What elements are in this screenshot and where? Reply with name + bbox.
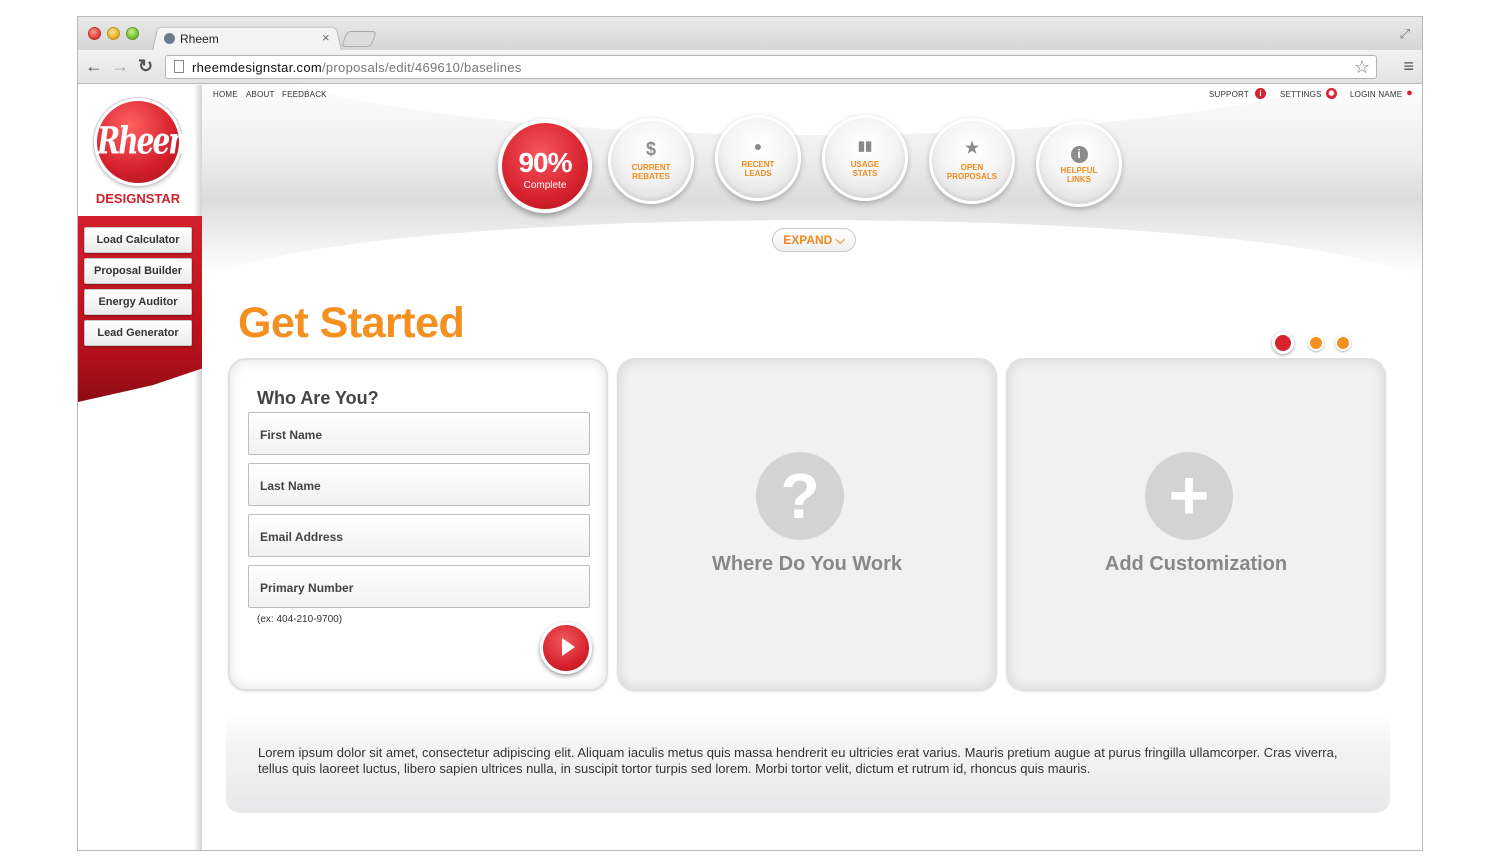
card-title: Who Are You?	[257, 388, 379, 408]
user-icon[interactable]: ●	[1404, 88, 1415, 99]
favicon-icon	[164, 33, 175, 44]
url-path: /proposals/edit/469610/baselines	[321, 60, 522, 75]
field-label: First Name	[260, 428, 323, 442]
menu-icon[interactable]: ≡	[1403, 57, 1414, 75]
info-icon[interactable]: i	[1255, 88, 1266, 99]
gear-icon[interactable]: ✹	[1326, 88, 1337, 99]
step-indicator[interactable]	[1308, 335, 1324, 351]
quick-link-label: LINKS	[1067, 175, 1091, 184]
address-bar[interactable]: rheemdesignstar.com/proposals/edit/46961…	[165, 55, 1377, 79]
brand-logo[interactable]: Rheem	[94, 98, 198, 186]
settings-link[interactable]: SETTINGS	[1280, 90, 1322, 99]
where-do-you-work-card[interactable]: ? Where Do You Work	[617, 358, 997, 691]
maximize-window-button[interactable]	[126, 27, 139, 40]
person-icon: ●	[753, 138, 763, 154]
phone-hint: (ex: 404-210-9700)	[257, 614, 343, 625]
new-tab-button[interactable]	[341, 31, 377, 47]
recent-leads-button[interactable]: ● RECENT LEADS	[715, 115, 801, 201]
quick-link-label: STATS	[852, 169, 878, 178]
tab-close-icon[interactable]: ×	[322, 30, 330, 45]
open-proposals-button[interactable]: ★ OPEN PROPOSALS	[929, 118, 1015, 204]
minimize-window-button[interactable]	[107, 27, 120, 40]
url-host: rheemdesignstar.com	[192, 60, 322, 75]
nav-about-link[interactable]: ABOUT	[246, 90, 275, 99]
field-label: Last Name	[260, 479, 321, 493]
quick-link-label: PROPOSALS	[946, 172, 998, 181]
progress-circle[interactable]: 90% Complete	[498, 119, 592, 213]
last-name-field[interactable]: Last Name	[248, 463, 590, 506]
primary-number-field[interactable]: Primary Number	[248, 565, 590, 608]
expand-label: EXPAND	[783, 233, 833, 247]
card-title: Where Do You Work	[711, 553, 903, 575]
browser-window: Rheem × ⤢ ← → ↻ rheemdesignstar.com/prop…	[77, 16, 1423, 851]
browser-toolbar: ← → ↻ rheemdesignstar.com/proposals/edit…	[78, 50, 1422, 84]
expand-button[interactable]: EXPAND ⌵	[772, 228, 856, 252]
star-icon: ★	[964, 140, 980, 157]
bar-chart-icon: ▮▮	[857, 138, 873, 153]
brand-name: DESIGNSTAR	[95, 191, 181, 206]
description-box: Lorem ipsum dolor sit amet, consectetur …	[226, 715, 1390, 813]
card-title: Add Customization	[1104, 553, 1288, 575]
reload-icon[interactable]: ↻	[138, 57, 153, 75]
field-label: Primary Number	[260, 581, 354, 595]
nav-home-link[interactable]: HOME	[213, 90, 238, 99]
tab-title[interactable]: Rheem	[180, 32, 219, 46]
quick-link-label: HELPFUL	[1060, 166, 1098, 175]
back-arrow-icon[interactable]: ←	[85, 57, 103, 75]
chevron-down-icon: ⌵	[835, 233, 845, 247]
sidebar-item-lead-generator[interactable]: Lead Generator	[84, 320, 192, 346]
helpful-links-button[interactable]: i HELPFUL LINKS	[1036, 121, 1122, 207]
who-are-you-card: Who Are You? First Name Last Name Email …	[228, 358, 608, 691]
page-icon	[174, 60, 184, 73]
next-button[interactable]	[540, 622, 592, 674]
play-arrow-icon	[562, 638, 575, 656]
page-content: HOME ABOUT FEEDBACK SUPPORT i SETTINGS ✹…	[78, 85, 1422, 850]
email-field[interactable]: Email Address	[248, 514, 590, 557]
fullscreen-icon[interactable]: ⤢	[1400, 26, 1410, 42]
quick-link-label: REBATES	[632, 172, 670, 181]
add-customization-card[interactable]: + Add Customization	[1006, 358, 1386, 691]
progress-value: 90%	[518, 147, 572, 178]
title-bar: Rheem × ⤢	[78, 17, 1422, 51]
logo-text: Rheem	[97, 118, 198, 163]
quick-link-label: LEADS	[744, 169, 772, 178]
usage-stats-button[interactable]: ▮▮ USAGE STATS	[822, 115, 908, 201]
step-indicator[interactable]	[1335, 335, 1351, 351]
info-icon: i	[1039, 142, 1119, 163]
nav-feedback-link[interactable]: FEEDBACK	[282, 90, 327, 99]
login-link[interactable]: LOGIN NAME	[1350, 90, 1402, 99]
sidebar: Rheem DESIGNSTAR Load Calculator Proposa…	[78, 85, 202, 850]
plus-icon[interactable]: +	[1145, 452, 1233, 540]
progress-label: Complete	[523, 180, 567, 191]
sidebar-item-load-calculator[interactable]: Load Calculator	[84, 227, 192, 253]
quick-link-label: RECENT	[741, 160, 775, 169]
bookmark-star-icon[interactable]: ☆	[1354, 57, 1370, 78]
first-name-field[interactable]: First Name	[248, 412, 590, 455]
url-text[interactable]: rheemdesignstar.com/proposals/edit/46961…	[192, 60, 522, 75]
close-window-button[interactable]	[88, 27, 101, 40]
info-glyph: i	[1070, 146, 1088, 163]
quick-link-label: USAGE	[850, 160, 880, 169]
quick-link-label: OPEN	[960, 163, 984, 172]
sidebar-item-proposal-builder[interactable]: Proposal Builder	[84, 258, 192, 284]
field-label: Email Address	[260, 530, 343, 544]
quick-link-label: CURRENT	[631, 163, 671, 172]
dollar-icon: $	[645, 139, 656, 159]
step-indicator-active[interactable]	[1272, 332, 1294, 354]
support-link[interactable]: SUPPORT	[1209, 90, 1249, 99]
page-title: Get Started	[238, 299, 465, 347]
current-rebates-button[interactable]: $ CURRENT REBATES	[608, 118, 694, 204]
forward-arrow-icon[interactable]: →	[111, 57, 129, 75]
sidebar-item-energy-auditor[interactable]: Energy Auditor	[84, 289, 192, 315]
description-text: Lorem ipsum dolor sit amet, consectetur …	[258, 745, 1338, 776]
question-icon[interactable]: ?	[756, 452, 844, 540]
